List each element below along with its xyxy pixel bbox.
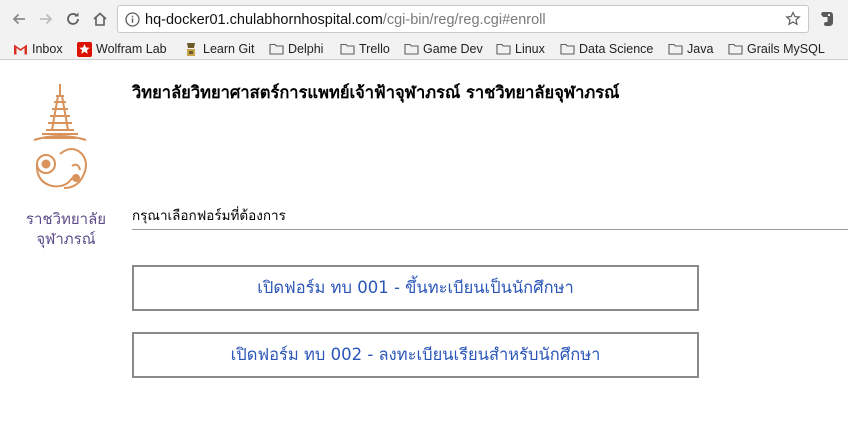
info-icon[interactable] [125,12,140,27]
browser-toolbar: hq-docker01.chulabhornhospital.com/cgi-b… [0,0,848,38]
url-text[interactable]: hq-docker01.chulabhornhospital.com/cgi-b… [145,11,546,29]
bookmark-label: Java [687,42,714,56]
folder-icon [559,41,575,57]
reload-button[interactable] [63,9,83,29]
home-button[interactable] [90,9,110,29]
bookmark-label: Game Dev [423,42,483,56]
college-logo: ราชวิทยาลัย จุฬาภรณ์ [10,82,110,257]
bookmark-folder-game-dev[interactable]: Game Dev [403,41,483,57]
page-title: วิทยาลัยวิทยาศาสตร์การแพทย์เจ้าฟ้าจุฬาภร… [132,83,620,102]
bookmark-folder-trello[interactable]: Trello [339,41,390,57]
url-path: /cgi-bin/reg/reg.cgi#enroll [382,12,546,28]
evernote-extension-icon[interactable] [818,9,836,29]
bookmark-label: Linux [515,42,545,56]
folder-icon [667,41,683,57]
folder-icon [403,41,419,57]
bookmark-label: Data Science [579,42,654,56]
folder-icon [727,41,743,57]
bookmark-learn-git[interactable]: Learn Git [183,41,254,57]
back-button[interactable] [9,9,29,29]
folder-icon [495,41,511,57]
bookmarks-bar: Inbox Wolfram Lab Learn Git Delphi Trell… [0,38,848,60]
bookmark-folder-grails-mysql[interactable]: Grails MySQL [727,41,825,57]
reload-icon [67,12,79,25]
logo-text-line2: จุฬาภรณ์ [36,230,96,248]
bookmark-label: Inbox [32,42,63,56]
bookmark-inbox[interactable]: Inbox [12,41,63,57]
open-form-tb001-button[interactable]: เปิดฟอร์ม ทบ 001 - ขึ้นทะเบียนเป็นนักศึก… [132,265,699,311]
bookmark-folder-data-science[interactable]: Data Science [559,41,653,57]
url-host: hq-docker01.chulabhornhospital.com [145,12,383,28]
bookmark-label: Wolfram Lab [96,42,167,56]
bookmark-folder-linux[interactable]: Linux [495,41,545,57]
bookmark-folder-delphi[interactable]: Delphi [268,41,323,57]
bookmark-label: Learn Git [203,42,255,56]
back-arrow-icon [12,13,25,25]
wolfram-icon [76,41,92,57]
bookmark-folder-java[interactable]: Java [667,41,713,57]
home-icon [93,12,107,26]
bookmark-label: Delphi [288,42,324,56]
bookmark-wolfram-lab[interactable]: Wolfram Lab [76,41,167,57]
college-emblem-icon [33,84,87,189]
open-form-tb002-button[interactable]: เปิดฟอร์ม ทบ 002 - ลงทะเบียนเรียนสำหรับน… [132,332,699,378]
address-bar[interactable]: hq-docker01.chulabhornhospital.com/cgi-b… [117,5,809,33]
form-select-prompt: กรุณาเลือกฟอร์มที่ต้องการ [132,208,286,224]
divider [132,229,848,230]
folder-icon [268,41,284,57]
forward-button[interactable] [36,9,56,29]
bookmark-star-icon[interactable] [785,11,801,27]
gmail-icon [12,41,28,57]
forward-arrow-icon [40,13,53,25]
learn-git-icon [183,41,199,57]
bookmark-label: Trello [359,42,390,56]
folder-icon [339,41,355,57]
logo-text-line1: ราชวิทยาลัย [25,210,107,228]
bookmark-label: Grails MySQL [747,42,825,56]
